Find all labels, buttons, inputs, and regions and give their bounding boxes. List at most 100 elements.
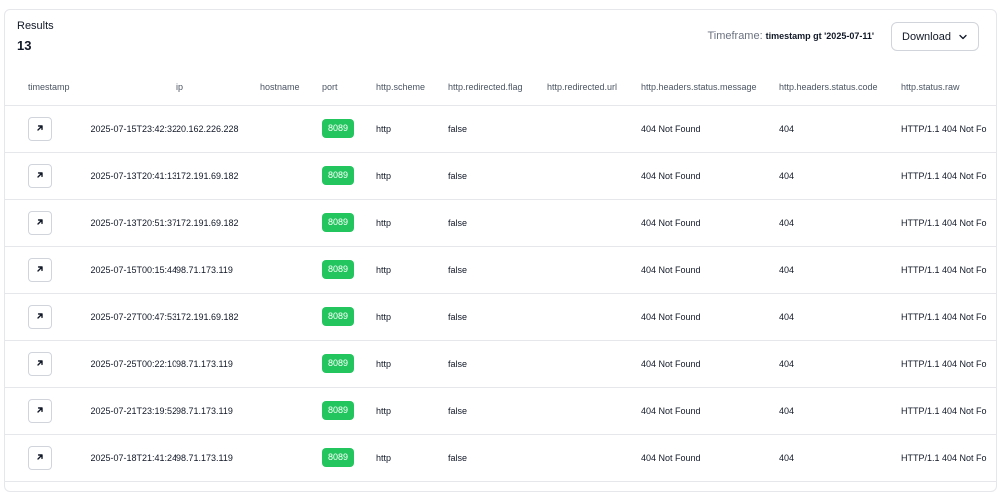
cell-http-scheme: http — [376, 152, 448, 200]
table-row: 2025-07-25T00:22:10 98.71.173.119 8089 h… — [5, 340, 996, 388]
arrow-up-right-icon — [35, 170, 45, 182]
cell-http-scheme: http — [376, 199, 448, 247]
cell-hostname — [260, 199, 322, 247]
open-row-button[interactable] — [28, 445, 52, 470]
arrow-up-right-icon — [35, 311, 45, 323]
cell-ip: 20.162.226.228 — [176, 105, 260, 153]
cell-status-code: 404 — [779, 340, 901, 388]
column-header-http-status-raw[interactable]: http.status.raw — [901, 70, 996, 106]
cell-timestamp: 2025-07-18T21:41:24 — [90, 434, 176, 482]
cell-ip: 172.191.69.182 — [176, 152, 260, 200]
column-header-http-redirected-flag[interactable]: http.redirected.flag — [448, 70, 547, 106]
open-row-button[interactable] — [28, 116, 52, 141]
column-header-http-headers-status-message[interactable]: http.headers.status.message — [641, 70, 779, 106]
table-row: 2025-07-27T00:47:53 172.191.69.182 8089 … — [5, 293, 996, 341]
cell-timestamp: 2025-07-27T00:47:53 — [90, 293, 176, 341]
cell-status-code: 404 — [779, 199, 901, 247]
cell-http-redirected-flag: false — [448, 387, 547, 435]
cell-http-redirected-flag: false — [448, 152, 547, 200]
cell-hostname — [260, 387, 322, 435]
cell-status-raw: HTTP/1.1 404 Not Fo — [901, 152, 996, 200]
port-badge: 8089 — [322, 213, 355, 232]
cell-status-code: 404 — [779, 105, 901, 153]
arrow-up-right-icon — [35, 217, 45, 229]
cell-http-redirected-flag: false — [448, 246, 547, 294]
cell-http-redirected-flag: false — [448, 293, 547, 341]
column-header-timestamp[interactable]: timestamp — [5, 70, 176, 106]
port-badge: 8089 — [322, 401, 355, 420]
cell-status-message: 404 Not Found — [641, 387, 779, 435]
cell-http-redirected-url — [547, 105, 641, 153]
cell-status-raw: HTTP/1.1 404 Not Fo — [901, 246, 996, 294]
cell-http-scheme: http — [376, 340, 448, 388]
cell-status-raw: HTTP/1.1 404 Not Fo — [901, 340, 996, 388]
cell-ip: 98.71.173.119 — [176, 340, 260, 388]
cell-ip: 98.71.173.119 — [176, 246, 260, 294]
open-row-button[interactable] — [28, 210, 52, 235]
cell-timestamp: 2025-07-13T20:41:13 — [90, 152, 176, 200]
cell-status-message: 404 Not Found — [641, 105, 779, 153]
download-label: Download — [902, 30, 951, 43]
table-row: 2025-07-21T23:19:52 98.71.173.119 8089 h… — [5, 387, 996, 435]
table-row: 2025-07-15T23:42:32 20.162.226.228 8089 … — [5, 105, 996, 153]
column-header-http-scheme[interactable]: http.scheme — [376, 70, 448, 106]
results-count: 13 — [17, 38, 32, 53]
cell-http-redirected-url — [547, 340, 641, 388]
column-header-ip[interactable]: ip — [176, 70, 260, 106]
cell-status-raw: HTTP/1.1 404 Not Fo — [901, 387, 996, 435]
column-header-port[interactable]: port — [322, 70, 376, 106]
column-header-http-headers-status-code[interactable]: http.headers.status.code — [779, 70, 901, 106]
cell-status-code: 404 — [779, 246, 901, 294]
cell-status-code: 404 — [779, 293, 901, 341]
results-table: timestamp ip hostname port http.scheme h… — [5, 70, 996, 482]
cell-http-redirected-url — [547, 199, 641, 247]
cell-http-scheme: http — [376, 434, 448, 482]
table-header-row: timestamp ip hostname port http.scheme h… — [5, 70, 996, 106]
cell-status-message: 404 Not Found — [641, 246, 779, 294]
arrow-up-right-icon — [35, 405, 45, 417]
table-row: 2025-07-15T00:15:44 98.71.173.119 8089 h… — [5, 246, 996, 294]
port-badge: 8089 — [322, 307, 355, 326]
open-row-button[interactable] — [28, 398, 52, 423]
cell-ip: 98.71.173.119 — [176, 434, 260, 482]
results-panel: Results 13 Timeframe: timestamp gt '2025-… — [4, 9, 997, 492]
cell-hostname — [260, 293, 322, 341]
cell-status-code: 404 — [779, 434, 901, 482]
open-row-button[interactable] — [28, 351, 52, 376]
cell-status-message: 404 Not Found — [641, 152, 779, 200]
port-badge: 8089 — [322, 354, 355, 373]
timeframe: Timeframe: timestamp gt '2025-07-11' — [707, 30, 874, 42]
results-label: Results — [17, 20, 54, 32]
cell-http-scheme: http — [376, 387, 448, 435]
table-row: 2025-07-13T20:41:13 172.191.69.182 8089 … — [5, 152, 996, 200]
chevron-down-icon — [958, 32, 968, 42]
cell-timestamp: 2025-07-13T20:51:37 — [90, 199, 176, 247]
column-header-hostname[interactable]: hostname — [260, 70, 322, 106]
cell-http-redirected-url — [547, 293, 641, 341]
cell-http-scheme: http — [376, 293, 448, 341]
cell-timestamp: 2025-07-15T23:42:32 — [90, 105, 176, 153]
cell-status-message: 404 Not Found — [641, 340, 779, 388]
open-row-button[interactable] — [28, 257, 52, 282]
cell-http-redirected-flag: false — [448, 105, 547, 153]
column-header-http-redirected-url[interactable]: http.redirected.url — [547, 70, 641, 106]
cell-http-redirected-url — [547, 387, 641, 435]
port-badge: 8089 — [322, 166, 355, 185]
cell-status-raw: HTTP/1.1 404 Not Fo — [901, 105, 996, 153]
open-row-button[interactable] — [28, 163, 52, 188]
cell-ip: 98.71.173.119 — [176, 387, 260, 435]
arrow-up-right-icon — [35, 264, 45, 276]
table-row: 2025-07-13T20:51:37 172.191.69.182 8089 … — [5, 199, 996, 247]
port-badge: 8089 — [322, 260, 355, 279]
download-button[interactable]: Download — [891, 22, 979, 51]
arrow-up-right-icon — [35, 358, 45, 370]
cell-status-code: 404 — [779, 152, 901, 200]
cell-hostname — [260, 246, 322, 294]
cell-hostname — [260, 152, 322, 200]
cell-http-scheme: http — [376, 246, 448, 294]
cell-hostname — [260, 105, 322, 153]
cell-timestamp: 2025-07-21T23:19:52 — [90, 387, 176, 435]
open-row-button[interactable] — [28, 304, 52, 329]
cell-http-redirected-flag: false — [448, 340, 547, 388]
cell-status-raw: HTTP/1.1 404 Not Fo — [901, 434, 996, 482]
